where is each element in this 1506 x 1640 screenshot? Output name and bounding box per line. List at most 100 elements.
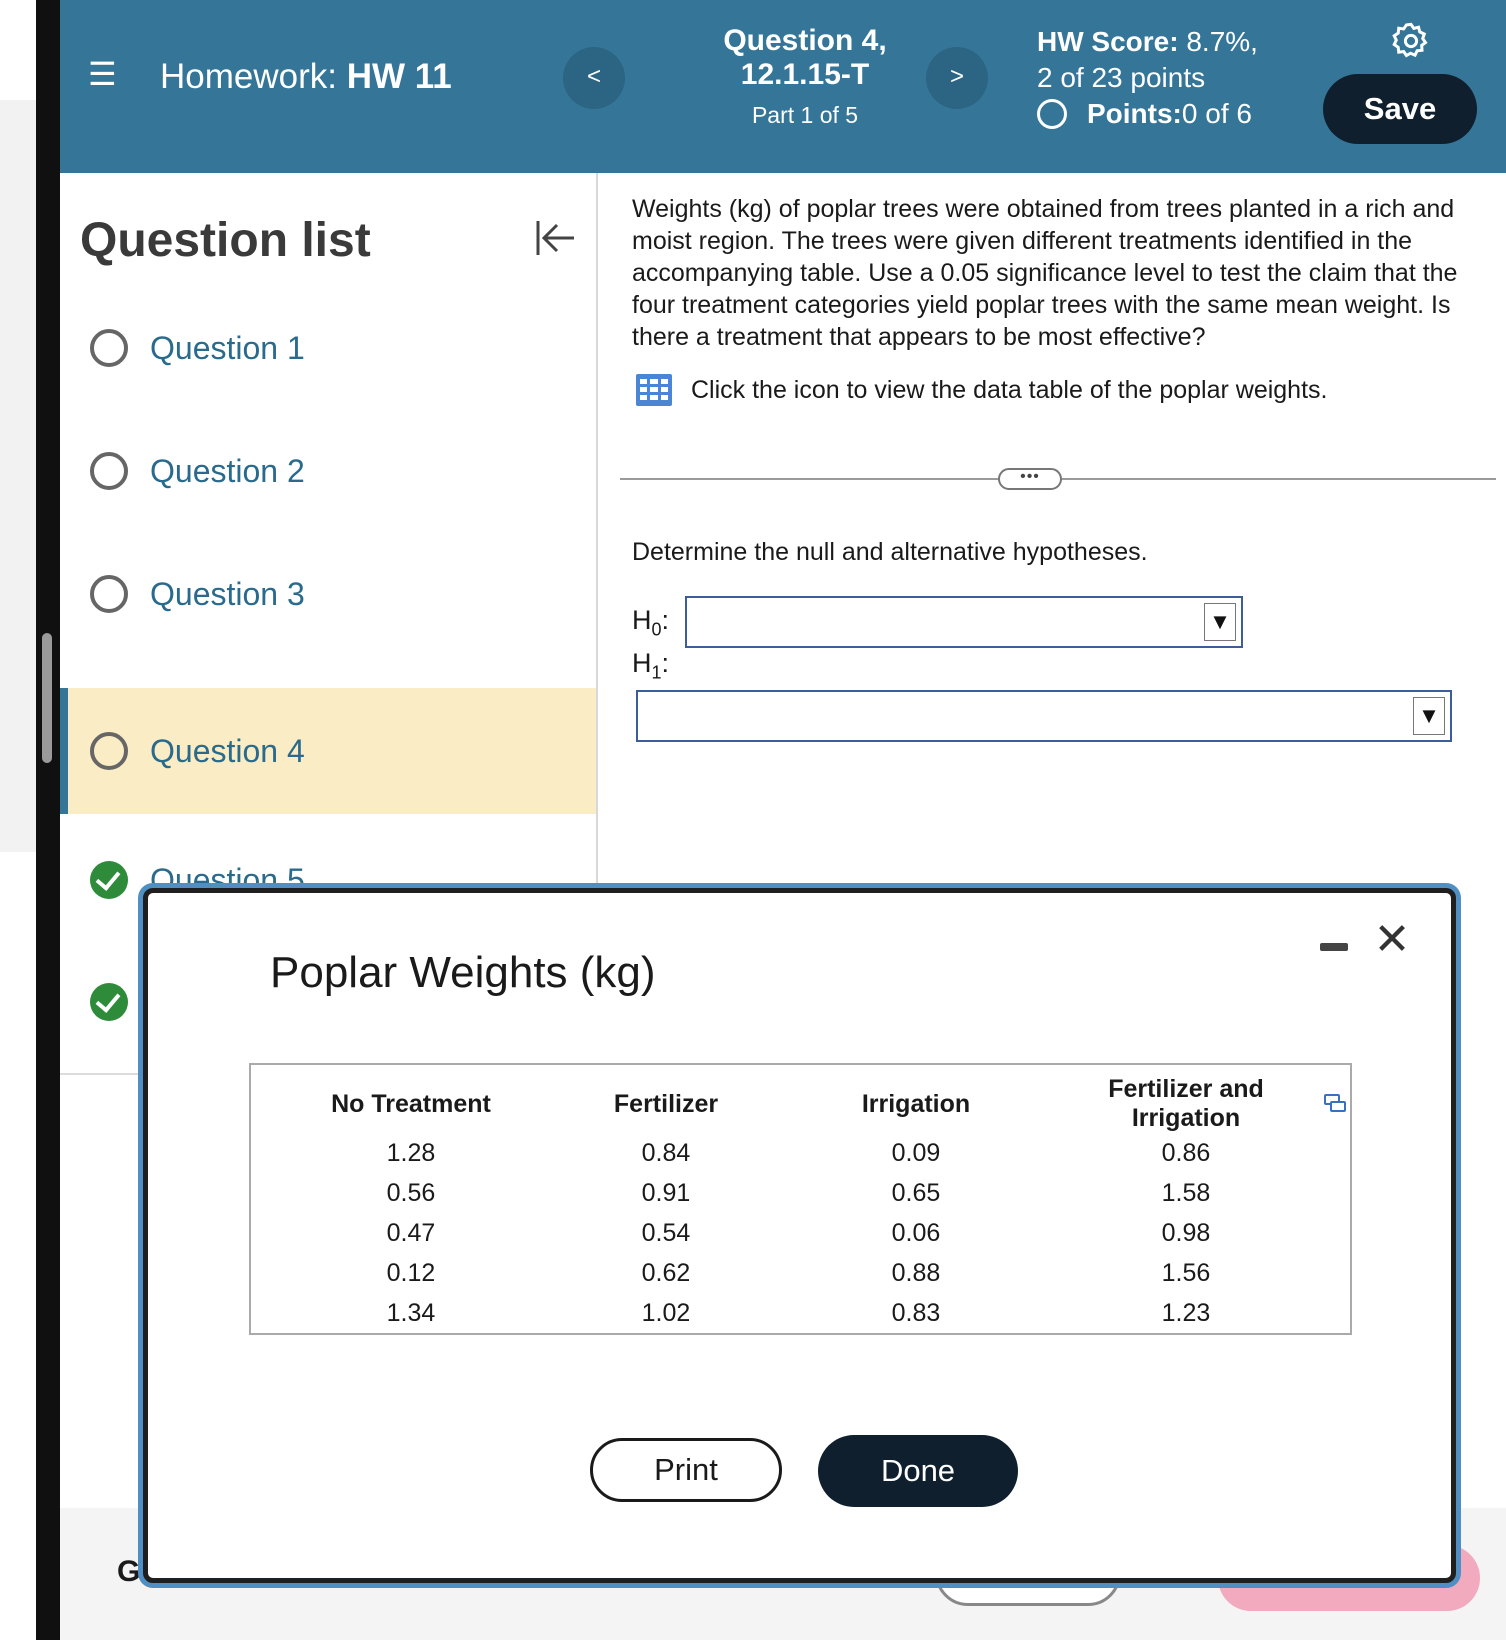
table-row: 1.34 1.02 0.83 1.23 <box>271 1293 1321 1333</box>
score-panel: HW Score: 8.7%, 2 of 23 points Points: 0… <box>1037 24 1258 132</box>
null-hypothesis-dropdown[interactable]: ▼ <box>685 596 1243 648</box>
table-row: 0.47 0.54 0.06 0.98 <box>271 1213 1321 1253</box>
question-part: Part 1 of 5 <box>751 102 859 128</box>
table-row: 0.56 0.91 0.65 1.58 <box>271 1173 1321 1213</box>
table-cell: 0.83 <box>891 1298 941 1327</box>
table-cell: 0.86 <box>1161 1138 1211 1167</box>
hw-score: HW Score: 8.7%, <box>1037 24 1258 60</box>
gear-icon[interactable] <box>1390 20 1432 62</box>
table-row: 1.28 0.84 0.09 0.86 <box>271 1133 1321 1173</box>
question-list-item-4[interactable]: Question 4 <box>60 688 596 814</box>
chevron-left-icon: < <box>586 63 601 90</box>
data-table-link[interactable]: Click the icon to view the data table of… <box>635 373 1327 407</box>
problem-statement: Weights (kg) of poplar trees were obtain… <box>632 195 1458 351</box>
data-table-container: No Treatment Fertilizer Irrigation Ferti… <box>249 1063 1352 1335</box>
left-margin-shade <box>0 100 36 852</box>
question-list-item-label: Question 1 <box>150 329 305 366</box>
table-cell: 0.62 <box>641 1258 691 1287</box>
table-grid-icon[interactable] <box>635 373 673 407</box>
expand-more-button[interactable]: ••• <box>998 468 1062 490</box>
empty-circle-icon <box>90 575 128 613</box>
data-table-modal: ✕ Poplar Weights (kg) No Treatment Ferti… <box>143 888 1456 1583</box>
hw-score-label: HW Score: <box>1037 26 1179 57</box>
question-list-item-label: Question 4 <box>150 732 305 769</box>
close-icon[interactable]: ✕ <box>1371 918 1413 962</box>
table-cell: 0.84 <box>641 1138 691 1167</box>
question-list-item-label: Question 3 <box>150 575 305 612</box>
poplar-weights-table: No Treatment Fertilizer Irrigation Ferti… <box>271 1075 1321 1333</box>
table-cell: 1.28 <box>386 1138 436 1167</box>
alternative-hypothesis-colon: : <box>661 648 670 678</box>
empty-circle-icon <box>90 732 128 770</box>
question-id: 12.1.15-T <box>740 58 870 91</box>
table-cell: 0.47 <box>386 1218 436 1247</box>
collapse-sidebar-icon[interactable] <box>530 213 580 263</box>
points-value: 0 of 6 <box>1181 98 1252 129</box>
table-cell: 0.65 <box>891 1178 941 1207</box>
table-cell: 0.88 <box>891 1258 941 1287</box>
table-cell: 1.23 <box>1161 1298 1211 1327</box>
alternative-hypothesis-letter: H <box>632 648 652 678</box>
homework-prefix: Homework: <box>160 57 347 96</box>
table-cell: 1.02 <box>641 1298 691 1327</box>
table-row: 0.12 0.62 0.88 1.56 <box>271 1253 1321 1293</box>
question-info: Question 4, 12.1.15-T Part 1 of 5 <box>700 24 910 129</box>
table-header: Fertilizer <box>613 1089 719 1118</box>
hw-score-points: 2 of 23 points <box>1037 62 1206 93</box>
table-cell: 0.12 <box>386 1258 436 1287</box>
dropdown-arrow-icon[interactable]: ▼ <box>1413 697 1445 735</box>
homework-name: HW 11 <box>346 57 452 96</box>
question-list-item-2[interactable]: Question 2 <box>60 408 596 534</box>
modal-title: Poplar Weights (kg) <box>270 948 656 997</box>
null-hypothesis-label: H0: <box>632 605 669 640</box>
alternative-hypothesis-subscript: 1 <box>651 662 662 683</box>
scrollbar-thumb[interactable] <box>42 633 52 763</box>
table-cell: 0.98 <box>1161 1218 1211 1247</box>
hypotheses-instruction: Determine the null and alternative hypot… <box>632 538 1148 566</box>
question-list-title: Question list <box>80 214 371 267</box>
table-cell: 0.54 <box>641 1218 691 1247</box>
print-button[interactable]: Print <box>590 1438 782 1502</box>
hamburger-menu-icon[interactable]: ☰ <box>88 58 118 90</box>
table-header-row: No Treatment Fertilizer Irrigation Ferti… <box>271 1075 1321 1133</box>
app-root: ☰ Homework: HW 11 < Question 4, 12.1.15-… <box>0 0 1506 1640</box>
window-edge <box>36 0 60 1640</box>
next-question-button[interactable]: > <box>926 47 988 109</box>
question-list-item-1[interactable]: Question 1 <box>60 285 596 411</box>
empty-circle-icon <box>90 452 128 490</box>
null-hypothesis-subscript: 0 <box>651 619 662 640</box>
table-header: Irrigation <box>861 1089 971 1118</box>
dropdown-arrow-icon[interactable]: ▼ <box>1204 603 1236 641</box>
hw-score-value: 8.7%, <box>1178 26 1258 57</box>
table-header: No Treatment <box>331 1089 491 1118</box>
table-cell: 0.91 <box>641 1178 691 1207</box>
copy-table-icon[interactable] <box>1324 1093 1346 1113</box>
minimize-icon[interactable] <box>1320 943 1348 951</box>
table-cell: 1.56 <box>1161 1258 1211 1287</box>
done-button[interactable]: Done <box>818 1435 1018 1507</box>
question-number: Question 4, <box>723 24 887 57</box>
top-header: ☰ Homework: HW 11 < Question 4, 12.1.15-… <box>60 0 1506 173</box>
table-cell: 0.06 <box>891 1218 941 1247</box>
chevron-right-icon: > <box>949 63 964 90</box>
null-hypothesis-letter: H <box>632 605 652 635</box>
check-circle-icon <box>90 861 128 899</box>
points-label: Points: <box>1087 98 1182 129</box>
table-cell: 0.09 <box>891 1138 941 1167</box>
table-header: Fertilizer and Irrigation <box>1108 1075 1264 1132</box>
alternative-hypothesis-label: H1: <box>632 648 669 683</box>
table-cell: 1.34 <box>386 1298 436 1327</box>
table-cell: 1.58 <box>1161 1178 1211 1207</box>
question-points: Points: 0 of 6 <box>1037 96 1258 132</box>
question-list-item-label: Question 2 <box>150 452 305 489</box>
question-list-item-3[interactable]: Question 3 <box>60 531 596 657</box>
alternative-hypothesis-dropdown[interactable]: ▼ <box>636 690 1452 742</box>
check-circle-icon <box>90 983 128 1021</box>
table-cell: 0.56 <box>386 1178 436 1207</box>
previous-question-button[interactable]: < <box>563 47 625 109</box>
save-button[interactable]: Save <box>1323 74 1477 144</box>
homework-title: Homework: HW 11 <box>160 57 452 97</box>
data-table-link-text[interactable]: Click the icon to view the data table of… <box>691 376 1327 405</box>
empty-circle-icon <box>1037 99 1067 129</box>
empty-circle-icon <box>90 329 128 367</box>
